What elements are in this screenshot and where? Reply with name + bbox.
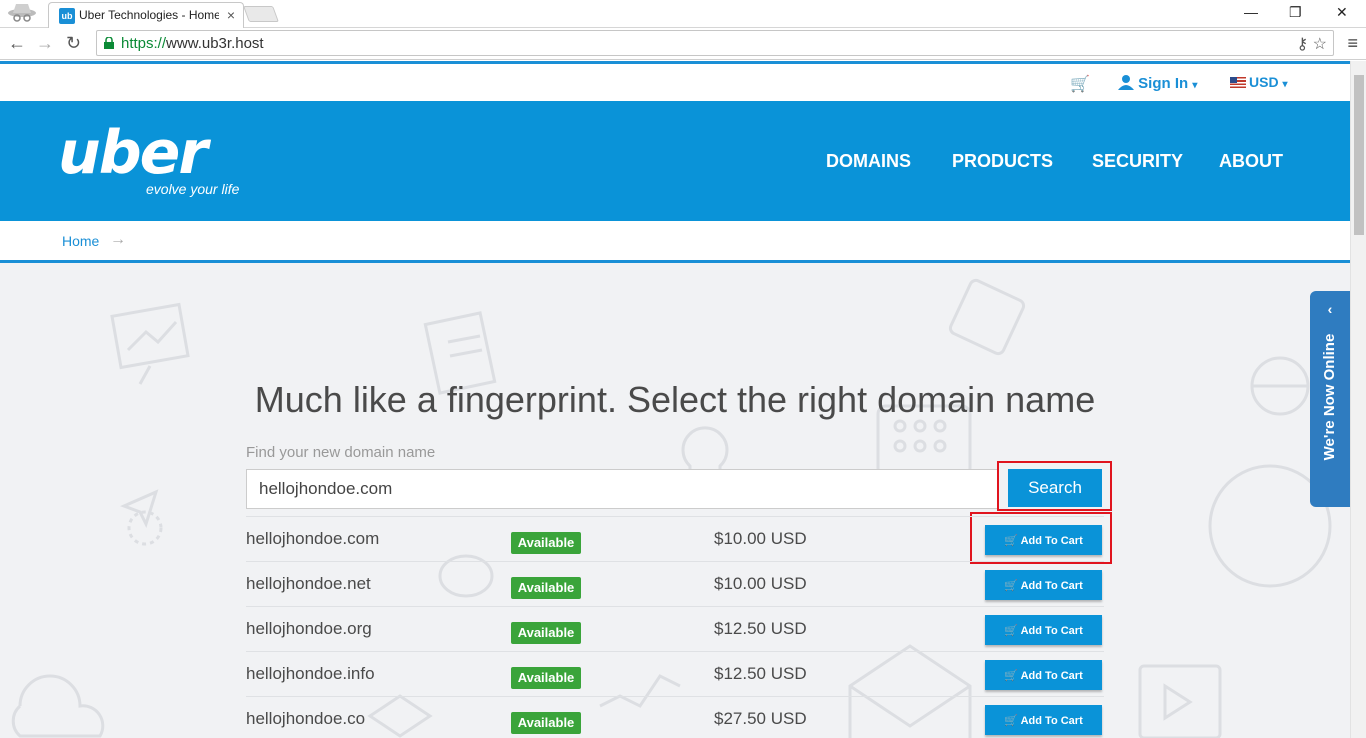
site-favicon: ub (59, 8, 75, 24)
chevron-down-icon: ▾ (1192, 80, 1198, 91)
site-logo[interactable]: uber evolve your life (58, 118, 239, 197)
chat-label: We're Now Online (1321, 333, 1338, 461)
cart-icon[interactable]: 🛒 (1070, 74, 1090, 94)
add-to-cart-button[interactable]: 🛒 Add To Cart (985, 525, 1102, 555)
cart-icon: 🛒 (1004, 534, 1018, 547)
domain-price: $10.00 USD (714, 574, 807, 593)
nav-products[interactable]: PRODUCTS (952, 151, 1053, 172)
domain-search-input[interactable] (246, 469, 998, 509)
add-to-cart-button[interactable]: 🛒 Add To Cart (985, 660, 1102, 690)
reload-icon[interactable]: ↻ (66, 34, 81, 52)
nav-security[interactable]: SECURITY (1092, 151, 1183, 172)
forward-icon[interactable]: → (36, 34, 54, 52)
url-text: https://www.ub3r.host (121, 35, 264, 52)
availability-badge: Available (511, 712, 581, 734)
breadcrumb-home[interactable]: Home (62, 233, 99, 249)
domain-name: hellojhondoe.org (246, 619, 372, 638)
add-to-cart-label: Add To Cart (1020, 579, 1083, 592)
add-to-cart-button[interactable]: 🛒 Add To Cart (985, 570, 1102, 600)
nav-about[interactable]: ABOUT (1219, 151, 1283, 172)
availability-badge: Available (511, 622, 581, 644)
lock-icon (104, 37, 114, 49)
domain-price: $10.00 USD (714, 529, 807, 548)
web-page: 🛒 Sign In ▾ USD ▾ uber evolve your life … (0, 61, 1350, 738)
domain-result-row: hellojhondoe.co Available $27.50 USD 🛒 A… (246, 696, 1104, 738)
domain-price: $12.50 USD (714, 664, 807, 683)
breadcrumb-arrow-icon: → (110, 231, 126, 248)
currency-label: USD (1249, 74, 1279, 90)
browser-menu-icon[interactable]: ≡ (1347, 33, 1358, 54)
tab-title: Uber Technologies - Home (79, 8, 219, 22)
address-bar[interactable]: https://www.ub3r.host ⚷ ☆ (96, 30, 1334, 56)
add-to-cart-label: Add To Cart (1020, 624, 1083, 637)
cart-icon: 🛒 (1004, 624, 1018, 637)
cart-icon: 🛒 (1004, 714, 1018, 727)
availability-badge: Available (511, 667, 581, 689)
new-tab-button[interactable] (243, 6, 279, 22)
domain-name: hellojhondoe.info (246, 664, 375, 683)
domain-result-row: hellojhondoe.org Available $12.50 USD 🛒 … (246, 606, 1104, 651)
search-highlight-box (997, 461, 1112, 511)
domain-price: $27.50 USD (714, 709, 807, 728)
domain-result-row: hellojhondoe.info Available $12.50 USD 🛒… (246, 651, 1104, 696)
nav-domains[interactable]: DOMAINS (826, 151, 911, 172)
scrollbar-thumb[interactable] (1354, 75, 1364, 235)
close-window-icon[interactable]: ✕ (1336, 4, 1348, 21)
domain-result-row: hellojhondoe.com Available $10.00 USD 🛒 … (246, 516, 1104, 561)
chevron-down-icon: ▾ (1282, 79, 1288, 90)
user-icon (1118, 75, 1134, 90)
hero-title: Much like a fingerprint. Select the righ… (254, 379, 1096, 420)
back-icon[interactable]: ← (8, 34, 26, 52)
logo-tagline: evolve your life (146, 181, 240, 197)
restore-icon[interactable]: ❐ (1289, 4, 1302, 21)
domain-price: $12.50 USD (714, 619, 807, 638)
domain-name: hellojhondoe.net (246, 574, 371, 593)
minimize-icon[interactable]: — (1244, 4, 1258, 20)
browser-toolbar: ← → ↻ https://www.ub3r.host ⚷ ☆ ≡ (0, 28, 1366, 60)
sign-in-label: Sign In (1138, 75, 1189, 92)
logo-text: uber (58, 118, 208, 188)
browser-tab[interactable]: ub Uber Technologies - Home × (48, 2, 244, 28)
utility-bar: 🛒 Sign In ▾ USD ▾ (0, 64, 1350, 101)
bookmark-star-icon[interactable]: ⚷ ☆ (1296, 34, 1327, 54)
add-to-cart-label: Add To Cart (1020, 534, 1083, 547)
site-header: uber evolve your life DOMAINS PRODUCTS S… (0, 101, 1350, 221)
add-to-cart-label: Add To Cart (1020, 669, 1083, 682)
currency-selector[interactable]: USD ▾ (1230, 74, 1287, 90)
domain-result-row: hellojhondoe.net Available $10.00 USD 🛒 … (246, 561, 1104, 606)
live-chat-tab[interactable]: ‹ We're Now Online (1310, 291, 1350, 507)
cart-icon: 🛒 (1004, 579, 1018, 592)
close-tab-icon[interactable]: × (227, 7, 235, 23)
search-field-label: Find your new domain name (246, 444, 436, 461)
us-flag-icon (1230, 77, 1246, 88)
availability-badge: Available (511, 577, 581, 599)
cart-icon: 🛒 (1004, 669, 1018, 682)
domain-name: hellojhondoe.co (246, 709, 366, 728)
domain-name: hellojhondoe.com (246, 529, 380, 548)
availability-badge: Available (511, 532, 581, 554)
page-scrollbar[interactable] (1350, 61, 1366, 738)
incognito-icon (8, 4, 36, 22)
add-to-cart-label: Add To Cart (1020, 714, 1083, 727)
breadcrumb: Home → (0, 221, 1350, 263)
sign-in-link[interactable]: Sign In ▾ (1118, 74, 1197, 92)
add-to-cart-button[interactable]: 🛒 Add To Cart (985, 705, 1102, 735)
browser-tab-strip: ub Uber Technologies - Home × — ❐ ✕ (0, 0, 1366, 28)
add-to-cart-button[interactable]: 🛒 Add To Cart (985, 615, 1102, 645)
